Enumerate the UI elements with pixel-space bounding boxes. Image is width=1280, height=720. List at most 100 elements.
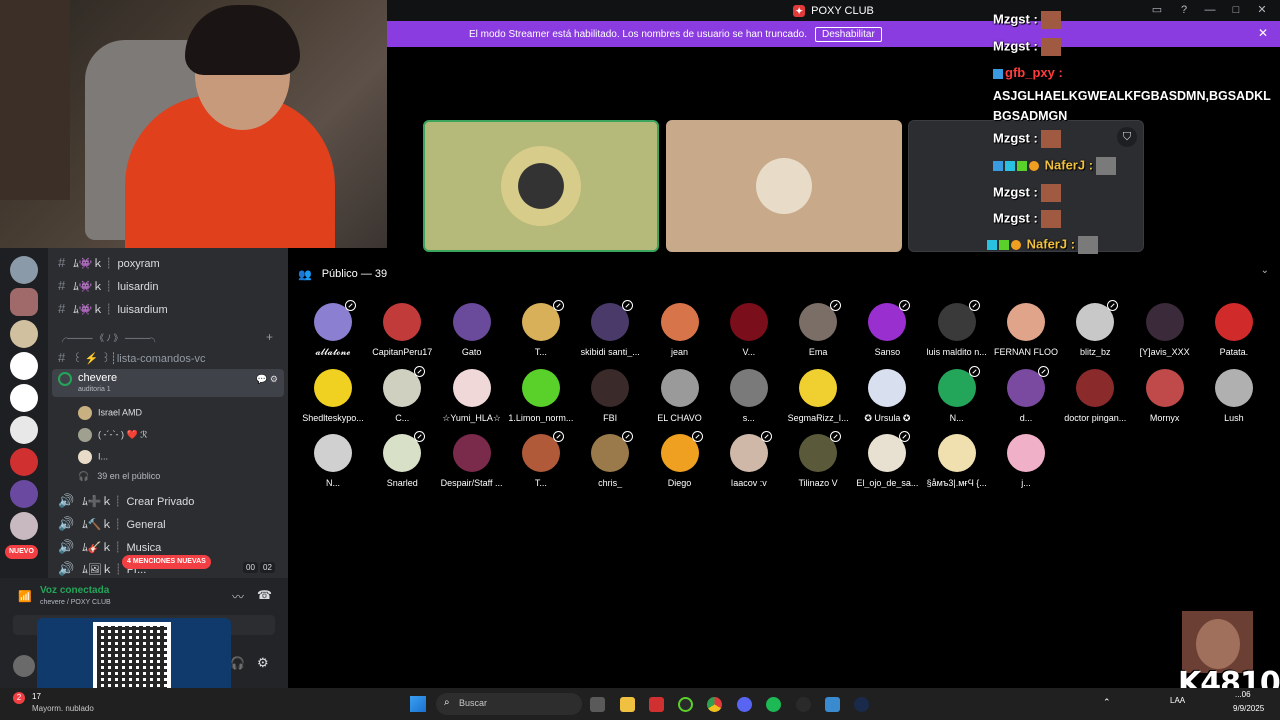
audience-member[interactable]: V... bbox=[710, 303, 788, 363]
audience-member[interactable]: 1.Limon_norm... bbox=[502, 368, 580, 429]
channel-item[interactable]: # ﾑ👾ｋ┊ poxyram bbox=[58, 255, 160, 271]
server-icon[interactable] bbox=[10, 480, 38, 508]
channel-item[interactable]: # ﾑ👾ｋ┊ luisardin bbox=[58, 278, 158, 294]
audience-member[interactable]: s... bbox=[710, 368, 788, 429]
obs-icon[interactable] bbox=[796, 697, 811, 712]
audience-header[interactable]: 👥 Público — 39 ⌄ bbox=[298, 265, 1273, 283]
channel-actions-icon[interactable]: 💬 ⚙ bbox=[256, 374, 278, 385]
steam-icon[interactable] bbox=[854, 697, 869, 712]
audience-member[interactable]: Patata. bbox=[1195, 303, 1273, 363]
speaker-user[interactable]: ( -´-`- ) ❤️ ℛ bbox=[78, 428, 147, 442]
xbox-icon[interactable] bbox=[678, 697, 693, 712]
audience-member[interactable]: skibidi santi_... bbox=[571, 300, 649, 363]
server-icon[interactable] bbox=[10, 512, 38, 540]
audience-member[interactable]: ☆Yumi_HLA☆ bbox=[433, 368, 511, 429]
clock-time[interactable]: ...06 bbox=[1235, 690, 1251, 699]
chevron-down-icon[interactable]: ⌄ bbox=[1261, 265, 1269, 276]
audience-member[interactable]: Iaacov :v bbox=[710, 431, 788, 494]
notepad-icon[interactable] bbox=[825, 697, 840, 712]
audience-member[interactable]: 𝓪𝓵𝓵𝓪𝓽𝓸𝓷𝓮 bbox=[294, 300, 372, 363]
audience-member[interactable]: FERNAN FLOO bbox=[987, 303, 1065, 363]
tray-chevron-icon[interactable]: ⌃ bbox=[1103, 697, 1111, 708]
taskview-icon[interactable] bbox=[590, 697, 605, 712]
server-icon[interactable] bbox=[10, 256, 38, 284]
new-mentions-pill[interactable]: 4 MENCIONES NUEVAS bbox=[122, 555, 211, 569]
audience-member[interactable]: N... bbox=[918, 365, 996, 429]
disconnect-icon[interactable]: ☎ bbox=[257, 588, 272, 602]
audience-member[interactable]: §åмъ3|.мғϤ {... bbox=[918, 434, 996, 494]
voice-channel[interactable]: 🔊 ﾑ🎸ｋ┊ Musica bbox=[58, 539, 161, 555]
channel-item[interactable]: # ﾑ👾ｋ┊ luisardium bbox=[58, 301, 168, 317]
member-avatar bbox=[591, 368, 630, 407]
keyboard-lang[interactable]: LAA bbox=[1170, 696, 1185, 705]
weather-alert-icon[interactable]: 2 bbox=[13, 692, 25, 704]
audience-member[interactable]: Ema bbox=[779, 300, 857, 363]
audience-member[interactable]: j... bbox=[987, 434, 1065, 494]
audience-member[interactable]: El_ojo_de_sa... bbox=[848, 431, 926, 494]
voice-channel[interactable]: 🔊 ﾑ➕ｋ┊ Crear Privado bbox=[58, 493, 194, 509]
channel-item[interactable]: # ꒰ ⚡ ꒱┊lista-comandos-vc bbox=[58, 350, 206, 365]
audience-member[interactable]: ✪ Ursula ✪ bbox=[848, 368, 926, 429]
disable-streamer-button[interactable]: Deshabilitar bbox=[814, 26, 882, 42]
server-icon[interactable] bbox=[10, 448, 38, 476]
audience-member[interactable]: C... bbox=[363, 365, 441, 429]
timer-seconds: 02 bbox=[260, 562, 275, 573]
audience-member[interactable]: [Y]avis_XXX bbox=[1126, 303, 1204, 363]
audience-member[interactable]: doctor pingan... bbox=[1056, 368, 1134, 429]
member-name: ✪ Ursula ✪ bbox=[864, 412, 911, 423]
noise-suppression-icon[interactable]: 〰 bbox=[232, 588, 244, 605]
emote-icon bbox=[1096, 157, 1117, 175]
audience-member[interactable]: chris_ bbox=[571, 431, 649, 494]
audience-member[interactable]: d... bbox=[987, 365, 1065, 429]
weather-text[interactable]: Mayorm. nublado bbox=[32, 704, 94, 713]
server-icon[interactable] bbox=[10, 416, 38, 444]
add-channel-icon[interactable]: + bbox=[266, 330, 273, 344]
audience-member[interactable]: Despair/Staff ... bbox=[433, 434, 511, 494]
app-icon[interactable] bbox=[649, 697, 664, 712]
headphones-icon[interactable]: 🎧 bbox=[230, 656, 245, 670]
clock-date[interactable]: 9/9/2025 bbox=[1233, 704, 1264, 713]
stage-channel-selected[interactable]: chevere auditoria 1 💬 ⚙ bbox=[52, 369, 284, 397]
audience-member[interactable]: blitz_bz bbox=[1056, 300, 1134, 363]
audience-member[interactable]: T... bbox=[502, 300, 580, 363]
windows-start-icon[interactable] bbox=[410, 696, 426, 712]
audience-member[interactable]: EL CHAVO bbox=[641, 368, 719, 429]
audience-member[interactable]: Lush bbox=[1195, 368, 1273, 429]
audience-member[interactable]: Shedlteskypo... bbox=[294, 368, 372, 429]
audience-member[interactable]: SegmaRizz_I... bbox=[779, 368, 857, 429]
speaker-user[interactable]: Israel AMD bbox=[78, 406, 142, 420]
channel-category[interactable]: ╭──── 《 ﾉ 》 ────╮ bbox=[58, 331, 160, 344]
gear-icon[interactable]: ⚙ bbox=[257, 655, 269, 671]
audience-member[interactable]: T... bbox=[502, 431, 580, 494]
audience-member[interactable]: luis maldito n... bbox=[918, 300, 996, 363]
audience-member[interactable]: FBI bbox=[571, 368, 649, 429]
user-avatar[interactable] bbox=[13, 655, 35, 677]
chat-message: ASJGLHAELKGWEALKFGBASDMN,BGSADKLBGSADMGN bbox=[993, 89, 1271, 123]
server-icon[interactable] bbox=[10, 288, 38, 316]
server-icon[interactable] bbox=[10, 384, 38, 412]
spotify-icon[interactable] bbox=[766, 697, 781, 712]
audience-member[interactable]: Gato bbox=[433, 303, 511, 363]
audience-member[interactable]: CapitanPeru17 bbox=[363, 303, 441, 363]
audience-member[interactable]: Tilinazo V bbox=[779, 431, 857, 494]
audience-member[interactable]: N... bbox=[294, 434, 372, 494]
voice-location: chevere / POXY CLUB bbox=[40, 599, 111, 606]
audience-member[interactable]: jean bbox=[641, 303, 719, 363]
audience-member[interactable]: Sanso bbox=[848, 300, 926, 363]
audience-member[interactable]: Mornyx bbox=[1126, 368, 1204, 429]
file-explorer-icon[interactable] bbox=[620, 697, 635, 712]
signal-icon[interactable]: 📶 bbox=[18, 590, 32, 603]
audience-count[interactable]: 🎧 39 en el público bbox=[78, 471, 160, 482]
server-icon[interactable] bbox=[10, 320, 38, 348]
taskbar-search[interactable]: ⌕ Buscar bbox=[436, 693, 582, 715]
voice-channel[interactable]: 🔊 ﾑ🔨ｋ┊ General bbox=[58, 516, 166, 532]
speaker-tile-2[interactable] bbox=[666, 120, 902, 252]
chrome-icon[interactable] bbox=[707, 697, 722, 712]
speaker-tile-1[interactable] bbox=[423, 120, 659, 252]
server-icon[interactable] bbox=[10, 352, 38, 380]
member-name: Despair/Staff ... bbox=[440, 478, 503, 488]
audience-member[interactable]: Snarled bbox=[363, 431, 441, 494]
audience-member[interactable]: Diego bbox=[641, 431, 719, 494]
speaker-user[interactable]: I... bbox=[78, 450, 108, 464]
discord-icon[interactable] bbox=[737, 697, 752, 712]
